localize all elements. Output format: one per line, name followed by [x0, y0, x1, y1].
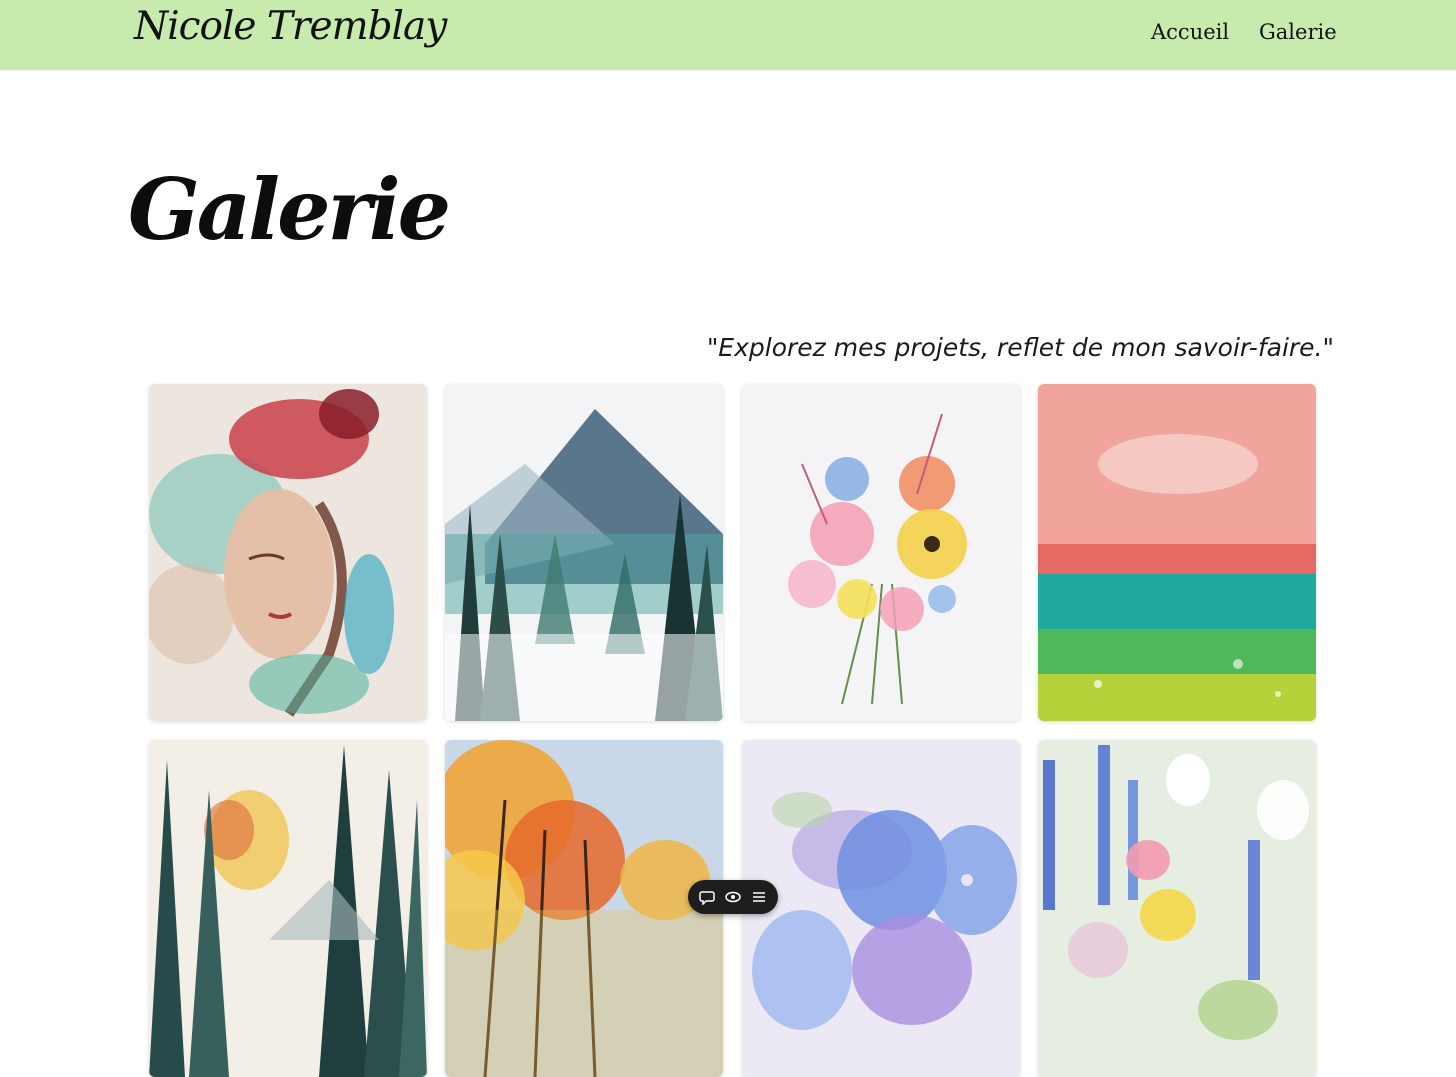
painting-autumn-image	[445, 740, 723, 1077]
gallery-item-bouquet[interactable]	[742, 384, 1020, 721]
gallery-item-autumn-trees[interactable]	[445, 740, 723, 1077]
painting-portrait-image	[149, 384, 427, 721]
painting-pine-forest-image	[149, 740, 427, 1077]
site-logo-text[interactable]: Nicole Tremblay	[134, 4, 447, 49]
painting-red-landscape-image	[1038, 384, 1316, 721]
site-header: Nicole Tremblay Accueil Galerie	[0, 0, 1456, 70]
comment-icon[interactable]	[696, 886, 718, 908]
gallery-item-wildflowers[interactable]	[1038, 740, 1316, 1077]
floating-toolbar	[688, 880, 778, 914]
painting-wildflowers-image	[1038, 740, 1316, 1077]
eye-icon[interactable]	[722, 886, 744, 908]
nav-link-galerie[interactable]: Galerie	[1259, 20, 1337, 44]
gallery-item-red-landscape[interactable]	[1038, 384, 1316, 721]
page-tagline: "Explorez mes projets, reflet de mon sav…	[706, 333, 1334, 362]
menu-icon[interactable]	[748, 886, 770, 908]
gallery-item-hydrangea[interactable]	[742, 740, 1020, 1077]
gallery-item-pine-forest[interactable]	[149, 740, 427, 1077]
page-title: Galerie	[128, 160, 451, 259]
gallery-item-mountain-forest[interactable]	[445, 384, 723, 721]
gallery-item-portrait[interactable]	[149, 384, 427, 721]
painting-mountain-image	[445, 384, 723, 721]
nav-link-accueil[interactable]: Accueil	[1151, 20, 1229, 44]
painting-bouquet-image	[742, 384, 1020, 721]
painting-hydrangea-image	[742, 740, 1020, 1077]
